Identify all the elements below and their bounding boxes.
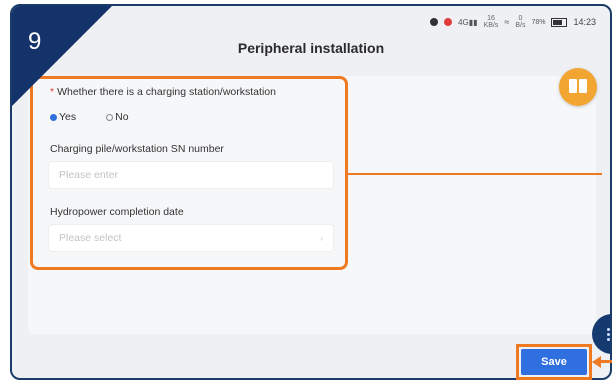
menu-dot — [607, 333, 610, 336]
speed-value: 16 — [487, 15, 495, 22]
radio-no-label: No — [115, 111, 129, 123]
step-corner-banner — [12, 6, 112, 106]
date-select-placeholder: Please select — [59, 232, 122, 244]
step-number: 9 — [28, 28, 42, 55]
radio-unchecked-icon — [106, 113, 114, 121]
alert-icon — [444, 18, 453, 26]
wifi-speed-unit: B/s — [515, 22, 526, 29]
wifi-icon: ≈ — [504, 17, 510, 27]
battery-percent: 78% — [531, 18, 546, 26]
network-type: 4G — [458, 17, 469, 27]
speed-unit: KB/s — [483, 22, 499, 29]
chevron-right-icon: › — [320, 233, 323, 243]
save-button[interactable]: Save — [521, 349, 587, 375]
book-icon — [568, 79, 588, 95]
sn-field-label: Charging pile/workstation SN number — [50, 143, 224, 155]
status-bar: 4G▮▮ 16 KB/s ≈ 0 B/s 78% 14:23 — [430, 12, 596, 32]
radio-checked-icon — [50, 113, 57, 121]
speed-indicator: 16 KB/s — [484, 15, 499, 29]
clock: 14:23 — [573, 17, 596, 27]
radio-yes-label: Yes — [59, 111, 77, 123]
radio-no[interactable]: No — [106, 111, 129, 123]
manual-button[interactable] — [559, 68, 597, 106]
signal-icon: 4G▮▮ — [458, 17, 478, 27]
callout-line — [348, 173, 602, 175]
menu-dot — [607, 338, 610, 341]
sn-input-placeholder: Please enter — [59, 169, 118, 181]
radio-yes[interactable]: Yes — [50, 111, 76, 123]
arrow-tail — [600, 360, 612, 363]
date-select[interactable]: Please select › — [48, 224, 334, 252]
date-field-label: Hydropower completion date — [50, 206, 184, 218]
sn-input[interactable]: Please enter — [48, 161, 334, 189]
wifi-speed: 0 B/s — [515, 15, 525, 29]
notification-icon — [430, 18, 439, 26]
battery-icon — [551, 17, 568, 27]
menu-dots-icon — [607, 328, 610, 331]
radio-group: Yes No — [50, 111, 129, 123]
wifi-speed-value: 0 — [518, 15, 523, 22]
